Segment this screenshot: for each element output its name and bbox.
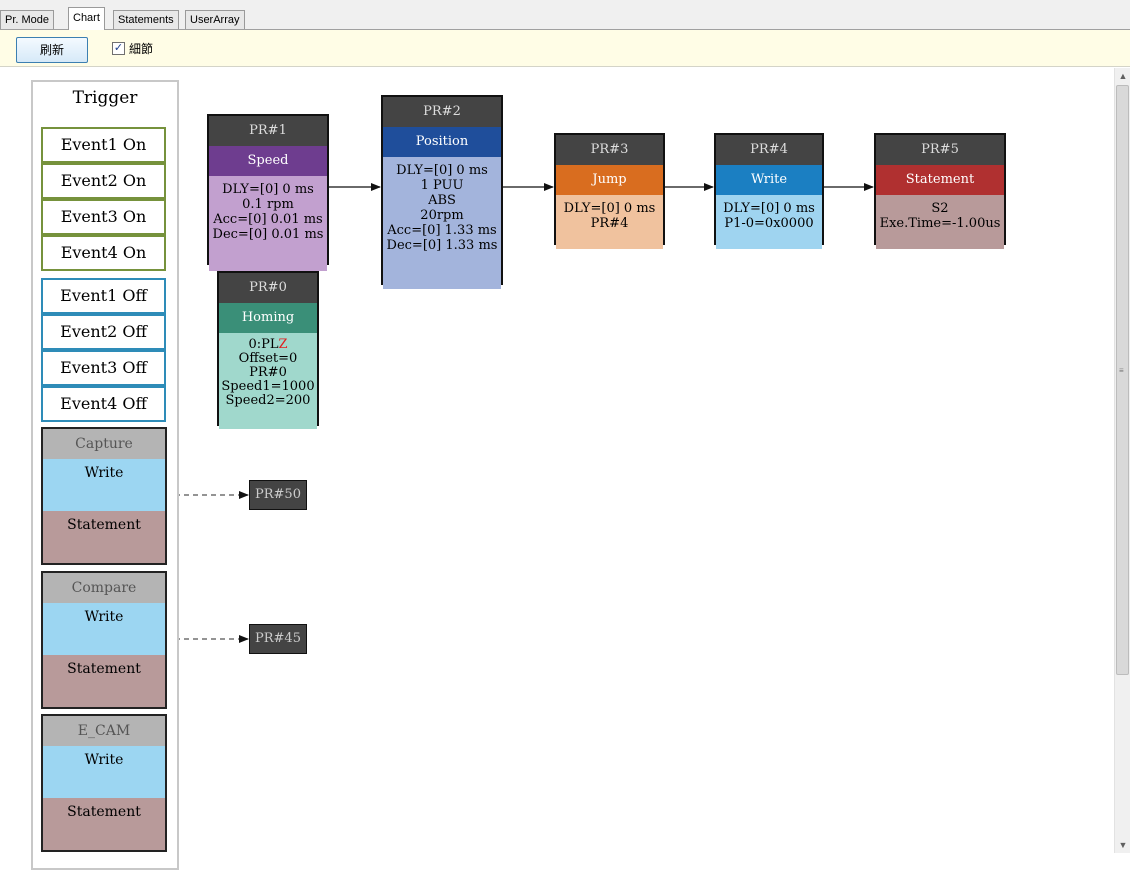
event3-off[interactable]: Event3 Off — [41, 350, 166, 386]
trigger-title: Trigger — [72, 88, 138, 108]
scroll-up-arrow-icon[interactable]: ▲ — [1115, 68, 1130, 84]
ecam-statement[interactable]: Statement — [43, 798, 165, 850]
ecam-header: E_CAM — [43, 716, 165, 746]
pr1-line: Dec=[0] 0.01 ms — [212, 227, 324, 242]
pr1-line: 0.1 rpm — [242, 197, 294, 212]
pr2-type: Position — [383, 127, 501, 157]
pr2-line: Acc=[0] 1.33 ms — [387, 223, 497, 238]
pr0-node[interactable]: PR#0 Homing 0:PLZ Offset=0 PR#0 Speed1=1… — [217, 271, 319, 429]
pr3-body: DLY=[0] 0 ms PR#4 — [556, 195, 663, 249]
pr4-line: P1-0=0x0000 — [724, 216, 814, 231]
pr2-line: ABS — [428, 193, 456, 208]
vertical-scrollbar[interactable]: ▲ ≡ ▼ — [1114, 68, 1130, 853]
tab-statements[interactable]: Statements — [113, 10, 179, 29]
pr0-body: 0:PLZ Offset=0 PR#0 Speed1=1000 Speed2=2… — [219, 333, 317, 429]
pr5-node[interactable]: PR#5 Statement S2 Exe.Time=-1.00us — [874, 133, 1006, 249]
pr2-id: PR#2 — [383, 97, 501, 127]
pr5-line: Exe.Time=-1.00us — [879, 216, 1001, 231]
pr45-node[interactable]: PR#45 — [249, 624, 307, 654]
event2-on[interactable]: Event2 On — [41, 163, 166, 199]
pr1-line: DLY=[0] 0 ms — [222, 182, 314, 197]
pr1-id: PR#1 — [209, 116, 327, 146]
pr1-line: Acc=[0] 0.01 ms — [213, 212, 323, 227]
toolbar: 刷新 ✓ 細節 — [0, 30, 1130, 67]
pr2-node[interactable]: PR#2 Position DLY=[0] 0 ms 1 PUU ABS 20r… — [381, 95, 503, 289]
pr0-line: Speed2=200 — [225, 393, 311, 408]
scroll-down-arrow-icon[interactable]: ▼ — [1115, 837, 1130, 853]
detail-checkbox[interactable]: ✓ — [112, 42, 125, 55]
pr1-node[interactable]: PR#1 Speed DLY=[0] 0 ms 0.1 rpm Acc=[0] … — [207, 114, 329, 271]
pr0-homing-mode: 0:PL — [248, 337, 279, 352]
pr0-line: PR#0 — [249, 365, 287, 380]
compare-header: Compare — [43, 573, 165, 603]
compare-statement[interactable]: Statement — [43, 655, 165, 707]
pr0-line: Speed1=1000 — [221, 379, 315, 394]
event2-off[interactable]: Event2 Off — [41, 314, 166, 350]
pr2-body: DLY=[0] 0 ms 1 PUU ABS 20rpm Acc=[0] 1.3… — [383, 157, 501, 289]
ecam-write[interactable]: Write — [43, 746, 165, 798]
detail-checkbox-label: 細節 — [129, 42, 154, 56]
pr4-type: Write — [716, 165, 822, 195]
capture-statement[interactable]: Statement — [43, 511, 165, 563]
pr2-line: 20rpm — [420, 208, 464, 223]
pr0-homing-mode-z: Z — [278, 337, 288, 352]
pr5-line: S2 — [931, 201, 949, 216]
ecam-group[interactable]: E_CAM Write Statement — [41, 714, 167, 852]
tab-bar: Pr. Mode Chart Statements UserArray — [0, 0, 1130, 30]
compare-group[interactable]: Compare Write Statement — [41, 571, 167, 709]
event1-off[interactable]: Event1 Off — [41, 278, 166, 314]
pr0-id: PR#0 — [219, 273, 317, 303]
event4-on[interactable]: Event4 On — [41, 235, 166, 271]
pr3-line: PR#4 — [590, 216, 629, 231]
event3-on[interactable]: Event3 On — [41, 199, 166, 235]
pr2-line: Dec=[0] 1.33 ms — [386, 238, 498, 253]
pr4-id: PR#4 — [716, 135, 822, 165]
pr3-id: PR#3 — [556, 135, 663, 165]
pr3-type: Jump — [556, 165, 663, 195]
scrollbar-thumb[interactable]: ≡ — [1116, 85, 1129, 675]
refresh-button[interactable]: 刷新 — [16, 37, 88, 63]
capture-group[interactable]: Capture Write Statement — [41, 427, 167, 565]
pr0-type: Homing — [219, 303, 317, 333]
pr1-type: Speed — [209, 146, 327, 176]
tab-userarray[interactable]: UserArray — [185, 10, 245, 29]
event1-on[interactable]: Event1 On — [41, 127, 166, 163]
pr5-id: PR#5 — [876, 135, 1004, 165]
compare-write[interactable]: Write — [43, 603, 165, 655]
pr5-body: S2 Exe.Time=-1.00us — [876, 195, 1004, 249]
pr5-type: Statement — [876, 165, 1004, 195]
pr2-line: 1 PUU — [420, 178, 464, 193]
pr4-node[interactable]: PR#4 Write DLY=[0] 0 ms P1-0=0x0000 — [714, 133, 824, 249]
pr4-line: DLY=[0] 0 ms — [723, 201, 815, 216]
pr2-line: DLY=[0] 0 ms — [396, 163, 488, 178]
pr0-line: 0:PLZ — [219, 338, 317, 352]
pr1-body: DLY=[0] 0 ms 0.1 rpm Acc=[0] 0.01 ms Dec… — [209, 176, 327, 271]
tab-chart[interactable]: Chart — [68, 7, 105, 30]
pr3-node[interactable]: PR#3 Jump DLY=[0] 0 ms PR#4 — [554, 133, 665, 249]
capture-header: Capture — [43, 429, 165, 459]
pr0-line: Offset=0 — [238, 351, 298, 366]
pr4-body: DLY=[0] 0 ms P1-0=0x0000 — [716, 195, 822, 249]
event4-off[interactable]: Event4 Off — [41, 386, 166, 422]
tab-pr-mode[interactable]: Pr. Mode — [0, 10, 55, 29]
grip-icon: ≡ — [1119, 366, 1124, 375]
capture-write[interactable]: Write — [43, 459, 165, 511]
pr50-node[interactable]: PR#50 — [249, 480, 307, 510]
pr3-line: DLY=[0] 0 ms — [563, 201, 656, 216]
